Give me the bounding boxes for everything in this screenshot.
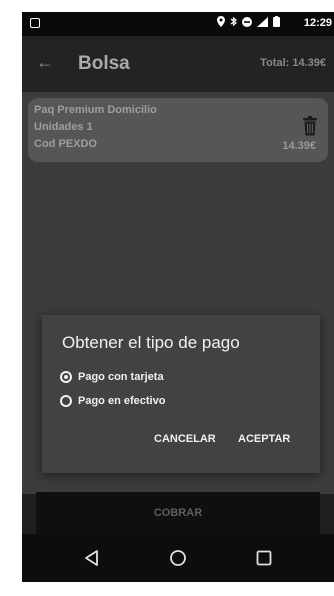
radio-unchecked-icon[interactable]: [60, 395, 72, 407]
item-price: 14.39€: [282, 140, 316, 152]
dialog-title: Obtener el tipo de pago: [62, 333, 240, 352]
payment-option-cash[interactable]: Pago en efectivo: [60, 395, 165, 407]
battery-icon: [273, 16, 280, 27]
status-bar: 12:29: [22, 12, 334, 36]
do-not-disturb-icon: [242, 16, 252, 27]
back-triangle-icon[interactable]: [82, 548, 102, 568]
payment-type-dialog: Obtener el tipo de pago Pago con tarjeta…: [42, 315, 320, 473]
signal-icon: [257, 16, 268, 27]
accept-button[interactable]: ACEPTAR: [238, 433, 290, 445]
radio-checked-icon[interactable]: [60, 371, 72, 383]
bluetooth-icon: [230, 16, 237, 27]
status-time: 12:29: [303, 17, 332, 29]
notification-icon: [30, 18, 40, 28]
home-circle-icon[interactable]: [168, 548, 188, 568]
system-nav-bar: [22, 534, 334, 582]
checkout-button[interactable]: COBRAR: [36, 492, 320, 534]
item-name: Paq Premium Domicilio: [34, 104, 157, 116]
back-arrow-icon[interactable]: ←: [36, 52, 54, 73]
cancel-button[interactable]: CANCELAR: [154, 433, 216, 445]
location-icon: [217, 16, 225, 27]
checkout-button-label: COBRAR: [153, 507, 203, 519]
payment-option-card[interactable]: Pago con tarjeta: [60, 371, 164, 383]
item-units: Unidades 1: [34, 121, 93, 133]
cart-total: Total: 14.39€: [260, 57, 326, 69]
item-code: Cod PEXDO: [34, 138, 97, 150]
payment-option-label: Pago en efectivo: [78, 395, 166, 407]
page-title: Bolsa: [78, 53, 130, 74]
payment-option-label: Pago con tarjeta: [78, 371, 164, 383]
recents-square-icon[interactable]: [254, 548, 274, 568]
status-icons: [217, 16, 280, 27]
trash-icon[interactable]: [302, 116, 318, 136]
cart-item-card: Paq Premium Domicilio Unidades 1 Cod PEX…: [28, 98, 328, 162]
app-bar: ← Bolsa Total: 14.39€: [22, 36, 334, 92]
phone-screen: 12:29 ← Bolsa Total: 14.39€ Paq Premium …: [22, 12, 334, 582]
